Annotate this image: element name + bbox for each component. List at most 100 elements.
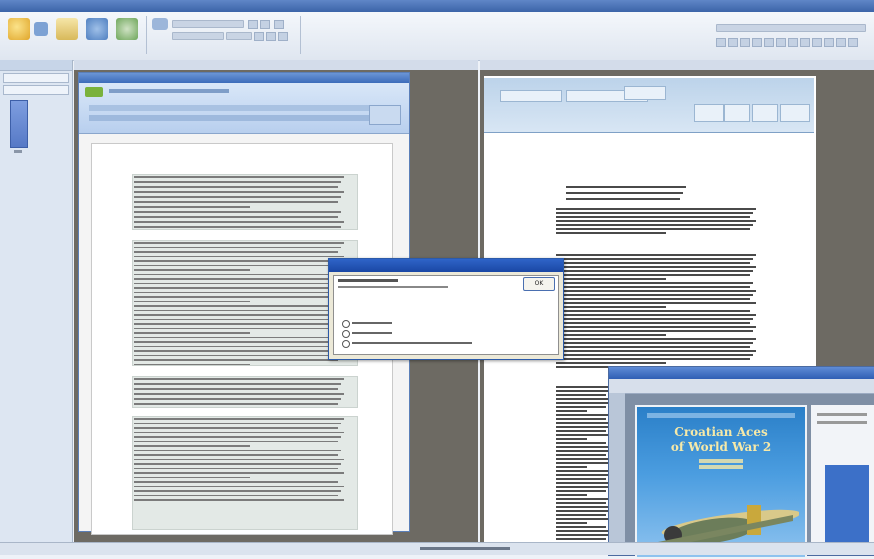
text-line <box>556 534 609 536</box>
dialog-message <box>338 286 448 288</box>
text-line <box>556 494 587 496</box>
blue-image-block <box>825 465 869 545</box>
text-line <box>556 290 756 292</box>
text-line <box>556 450 609 452</box>
text-line <box>566 192 683 194</box>
text-line <box>556 462 609 464</box>
text-line <box>556 446 612 448</box>
radio-button-icon[interactable] <box>342 340 350 348</box>
text-line <box>556 490 606 492</box>
text-line <box>556 486 609 488</box>
text-line <box>556 398 612 400</box>
text-line <box>556 482 612 484</box>
text-line <box>556 262 750 264</box>
text-line <box>556 350 756 352</box>
text-line <box>556 310 750 312</box>
text-line <box>556 334 666 336</box>
text-line <box>556 354 753 356</box>
text-line <box>566 186 686 188</box>
text-line <box>556 406 606 408</box>
text-line <box>556 338 756 340</box>
text-line <box>556 208 756 210</box>
text-line <box>556 458 612 460</box>
text-line <box>556 394 606 396</box>
text-line <box>556 418 606 420</box>
reader-toolbar <box>609 379 874 394</box>
text-line <box>556 314 756 316</box>
text-line <box>817 413 867 416</box>
radio-button-icon[interactable] <box>342 330 350 338</box>
book-cover: Croatian Aces of World War 2 <box>635 405 807 559</box>
dialog-title-bar <box>329 259 563 272</box>
text-line <box>556 514 606 516</box>
text-line <box>556 470 612 472</box>
text-line <box>556 390 609 392</box>
text-line <box>556 278 666 280</box>
text-line <box>556 326 756 328</box>
recognition-dialog: OK <box>328 258 564 360</box>
text-line <box>556 538 606 540</box>
text-line <box>556 254 756 256</box>
text-line <box>556 232 666 234</box>
cover-subtitle <box>699 465 743 469</box>
text-line <box>556 274 750 276</box>
text-line <box>556 386 612 388</box>
text-line <box>556 294 753 296</box>
text-line <box>556 402 609 404</box>
status-bar <box>0 542 874 555</box>
text-line <box>556 342 753 344</box>
option-label <box>352 342 472 344</box>
text-line <box>556 220 756 222</box>
text-line <box>556 414 609 416</box>
status-text <box>420 547 510 550</box>
text-line <box>556 330 753 332</box>
text-line <box>556 498 609 500</box>
text-line <box>556 302 756 304</box>
text-line <box>556 474 609 476</box>
text-line <box>556 212 753 214</box>
text-line <box>556 306 666 308</box>
cover-title-line-1: Croatian Aces <box>674 425 768 439</box>
text-line <box>556 346 750 348</box>
text-line <box>556 510 609 512</box>
text-line <box>556 270 753 272</box>
reader-title-bar <box>609 367 874 379</box>
text-line <box>556 466 587 468</box>
text-line <box>556 224 753 226</box>
text-line <box>556 322 750 324</box>
text-line <box>556 506 612 508</box>
text-line <box>556 228 750 230</box>
text-line <box>556 478 606 480</box>
text-line <box>556 298 750 300</box>
text-line <box>556 434 612 436</box>
text-line <box>556 530 612 532</box>
reader-sidebar <box>609 393 625 555</box>
text-line <box>556 526 606 528</box>
text-line <box>556 518 612 520</box>
radio-button-icon[interactable] <box>342 320 350 328</box>
text-line <box>556 442 606 444</box>
text-line <box>556 282 753 284</box>
dialog-heading <box>338 279 398 282</box>
reader-text-page <box>811 405 874 555</box>
cover-title-line-2: of World War 2 <box>670 440 772 454</box>
text-line <box>556 258 753 260</box>
text-line <box>566 198 680 200</box>
text-line <box>556 454 606 456</box>
text-line <box>556 362 666 364</box>
option-label <box>352 332 392 334</box>
cover-subtitle <box>699 459 743 463</box>
reader-window: Croatian Aces of World War 2 <box>608 366 874 559</box>
text-line <box>556 286 750 288</box>
text-line <box>556 522 587 524</box>
text-line <box>556 410 587 412</box>
text-line <box>817 421 867 424</box>
text-line <box>556 430 606 432</box>
text-line <box>556 318 753 320</box>
text-line <box>556 422 612 424</box>
text-line <box>556 358 750 360</box>
text-line <box>556 426 609 428</box>
text-line <box>556 502 606 504</box>
ok-button[interactable]: OK <box>523 277 555 291</box>
text-line <box>556 216 750 218</box>
